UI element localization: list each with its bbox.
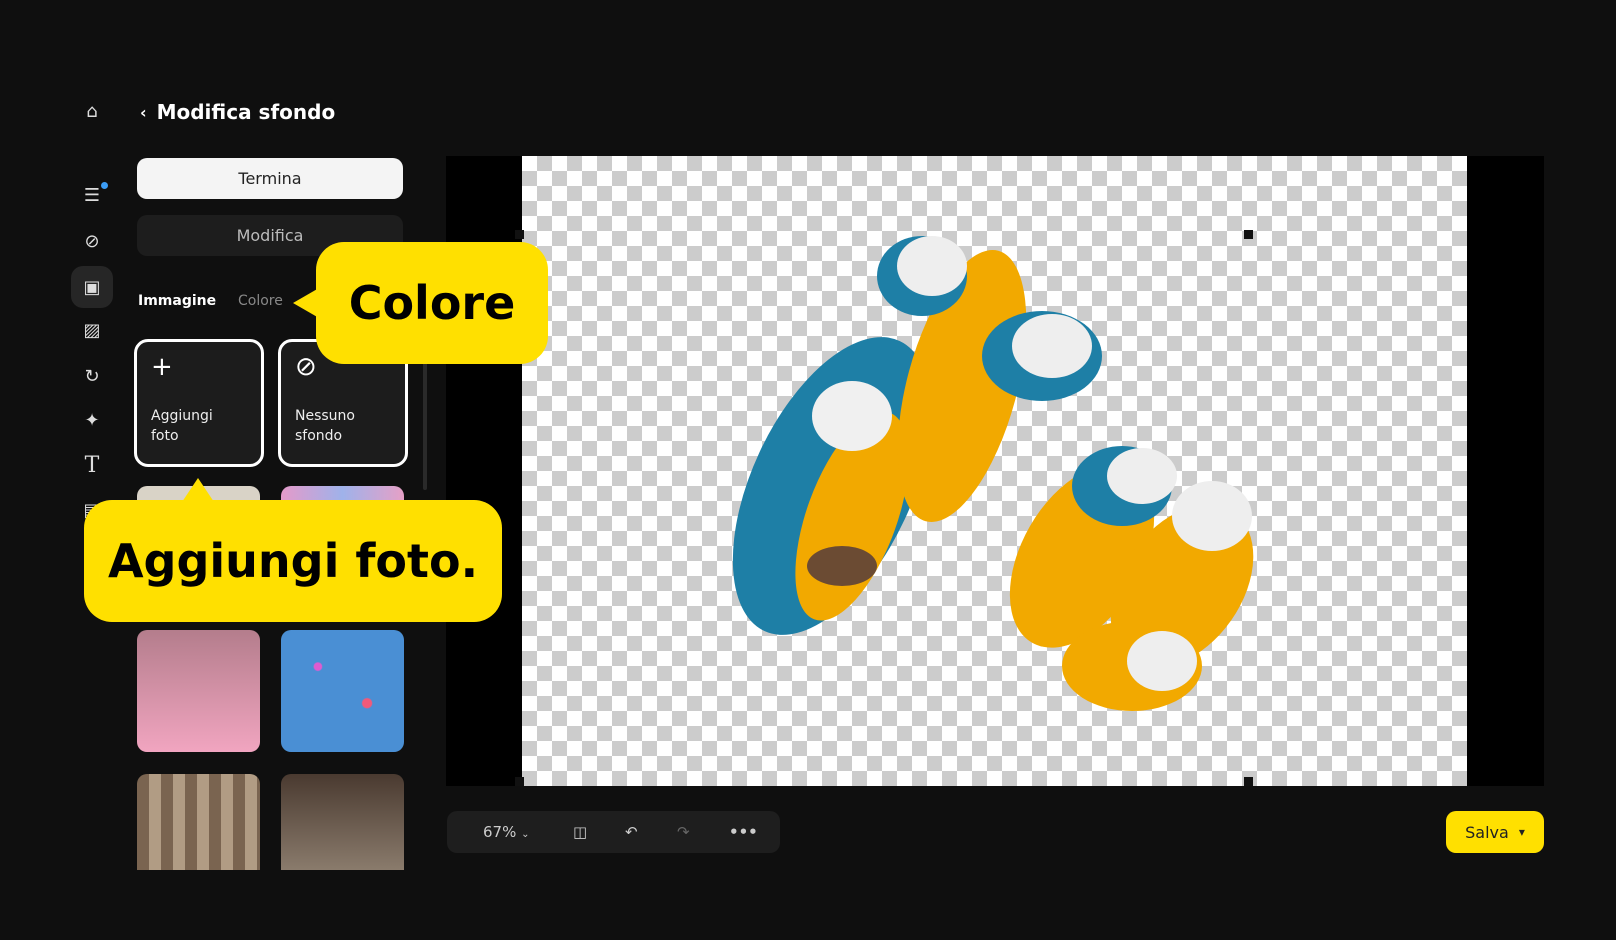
resize-handle[interactable] xyxy=(1244,777,1253,786)
rotate-icon[interactable]: ↻ xyxy=(78,362,106,390)
page-title: Modifica sfondo xyxy=(156,100,336,124)
resize-handle[interactable] xyxy=(515,230,524,239)
page-header: ‹ Modifica sfondo xyxy=(140,100,335,124)
resize-handle[interactable] xyxy=(1244,230,1253,239)
card-label: Aggiungi foto xyxy=(151,408,213,444)
portrait-icon[interactable]: ▣ xyxy=(71,266,113,308)
redo-icon[interactable]: ↷ xyxy=(677,823,690,841)
tab-colore[interactable]: Colore xyxy=(238,293,283,309)
image-edit-icon[interactable]: ▨ xyxy=(78,316,106,344)
parrots-image xyxy=(732,236,1254,711)
plus-icon: + xyxy=(151,352,173,382)
thumbnail-blue-confetti[interactable] xyxy=(281,630,404,752)
thumbnail-corridor[interactable] xyxy=(281,774,404,870)
add-photo-card[interactable]: + Aggiungi foto xyxy=(134,339,264,467)
undo-icon[interactable]: ↶ xyxy=(625,823,638,841)
callout-aggiungi-foto: Aggiungi foto. xyxy=(84,500,502,622)
transparent-canvas[interactable] xyxy=(515,156,1467,786)
callout-arrow xyxy=(182,478,214,502)
notification-dot xyxy=(101,182,108,189)
home-icon[interactable]: ⌂ xyxy=(78,97,106,125)
chevron-down-icon: ▾ xyxy=(1518,825,1525,839)
sparkle-icon[interactable]: ✦ xyxy=(78,406,106,434)
save-button[interactable]: Salva ▾ xyxy=(1446,811,1544,853)
chevron-down-icon: ⌄ xyxy=(521,829,530,840)
thumbnail-building[interactable] xyxy=(137,774,260,870)
compare-icon[interactable]: ◫ xyxy=(573,823,587,841)
zoom-value: 67% xyxy=(483,823,517,841)
text-icon[interactable]: T xyxy=(78,451,106,479)
zoom-select[interactable]: 67% ⌄ xyxy=(483,823,530,841)
back-chevron-icon[interactable]: ‹ xyxy=(140,103,147,122)
termina-button[interactable]: Termina xyxy=(137,158,403,199)
bandage-icon[interactable]: ⊘ xyxy=(78,227,106,255)
save-label: Salva xyxy=(1465,822,1509,842)
callout-colore: Colore xyxy=(316,242,548,364)
canvas-toolbar: 67% ⌄ ◫ ↶ ↷ ••• xyxy=(447,811,780,853)
panel-scrollbar[interactable] xyxy=(423,360,427,490)
tab-immagine[interactable]: Immagine xyxy=(138,293,216,309)
more-icon[interactable]: ••• xyxy=(729,823,758,841)
thumbnail-pink-confetti[interactable] xyxy=(137,630,260,752)
resize-handle[interactable] xyxy=(515,777,524,786)
card-label: Nessuno sfondo xyxy=(295,408,355,444)
